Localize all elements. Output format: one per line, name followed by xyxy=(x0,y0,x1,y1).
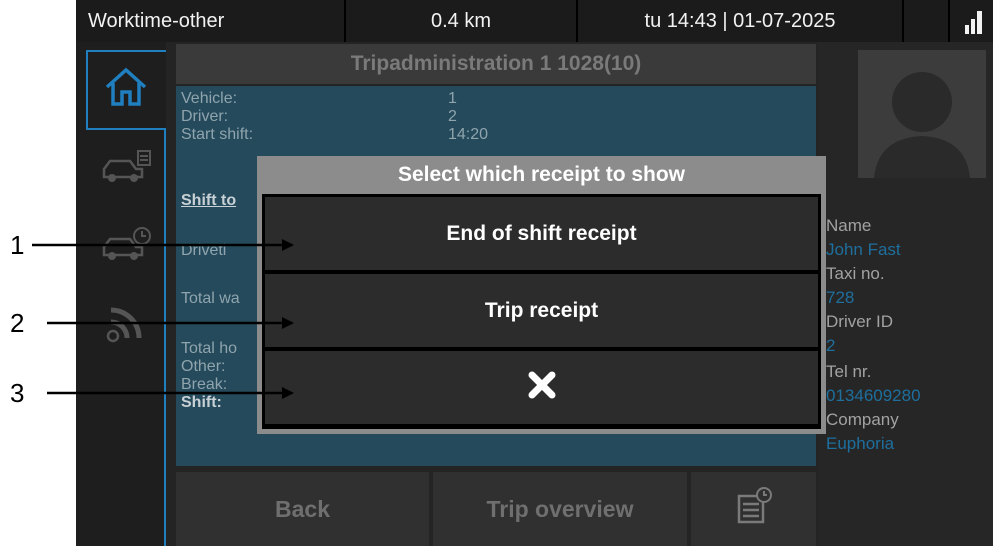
annotation-arrows xyxy=(32,239,294,399)
